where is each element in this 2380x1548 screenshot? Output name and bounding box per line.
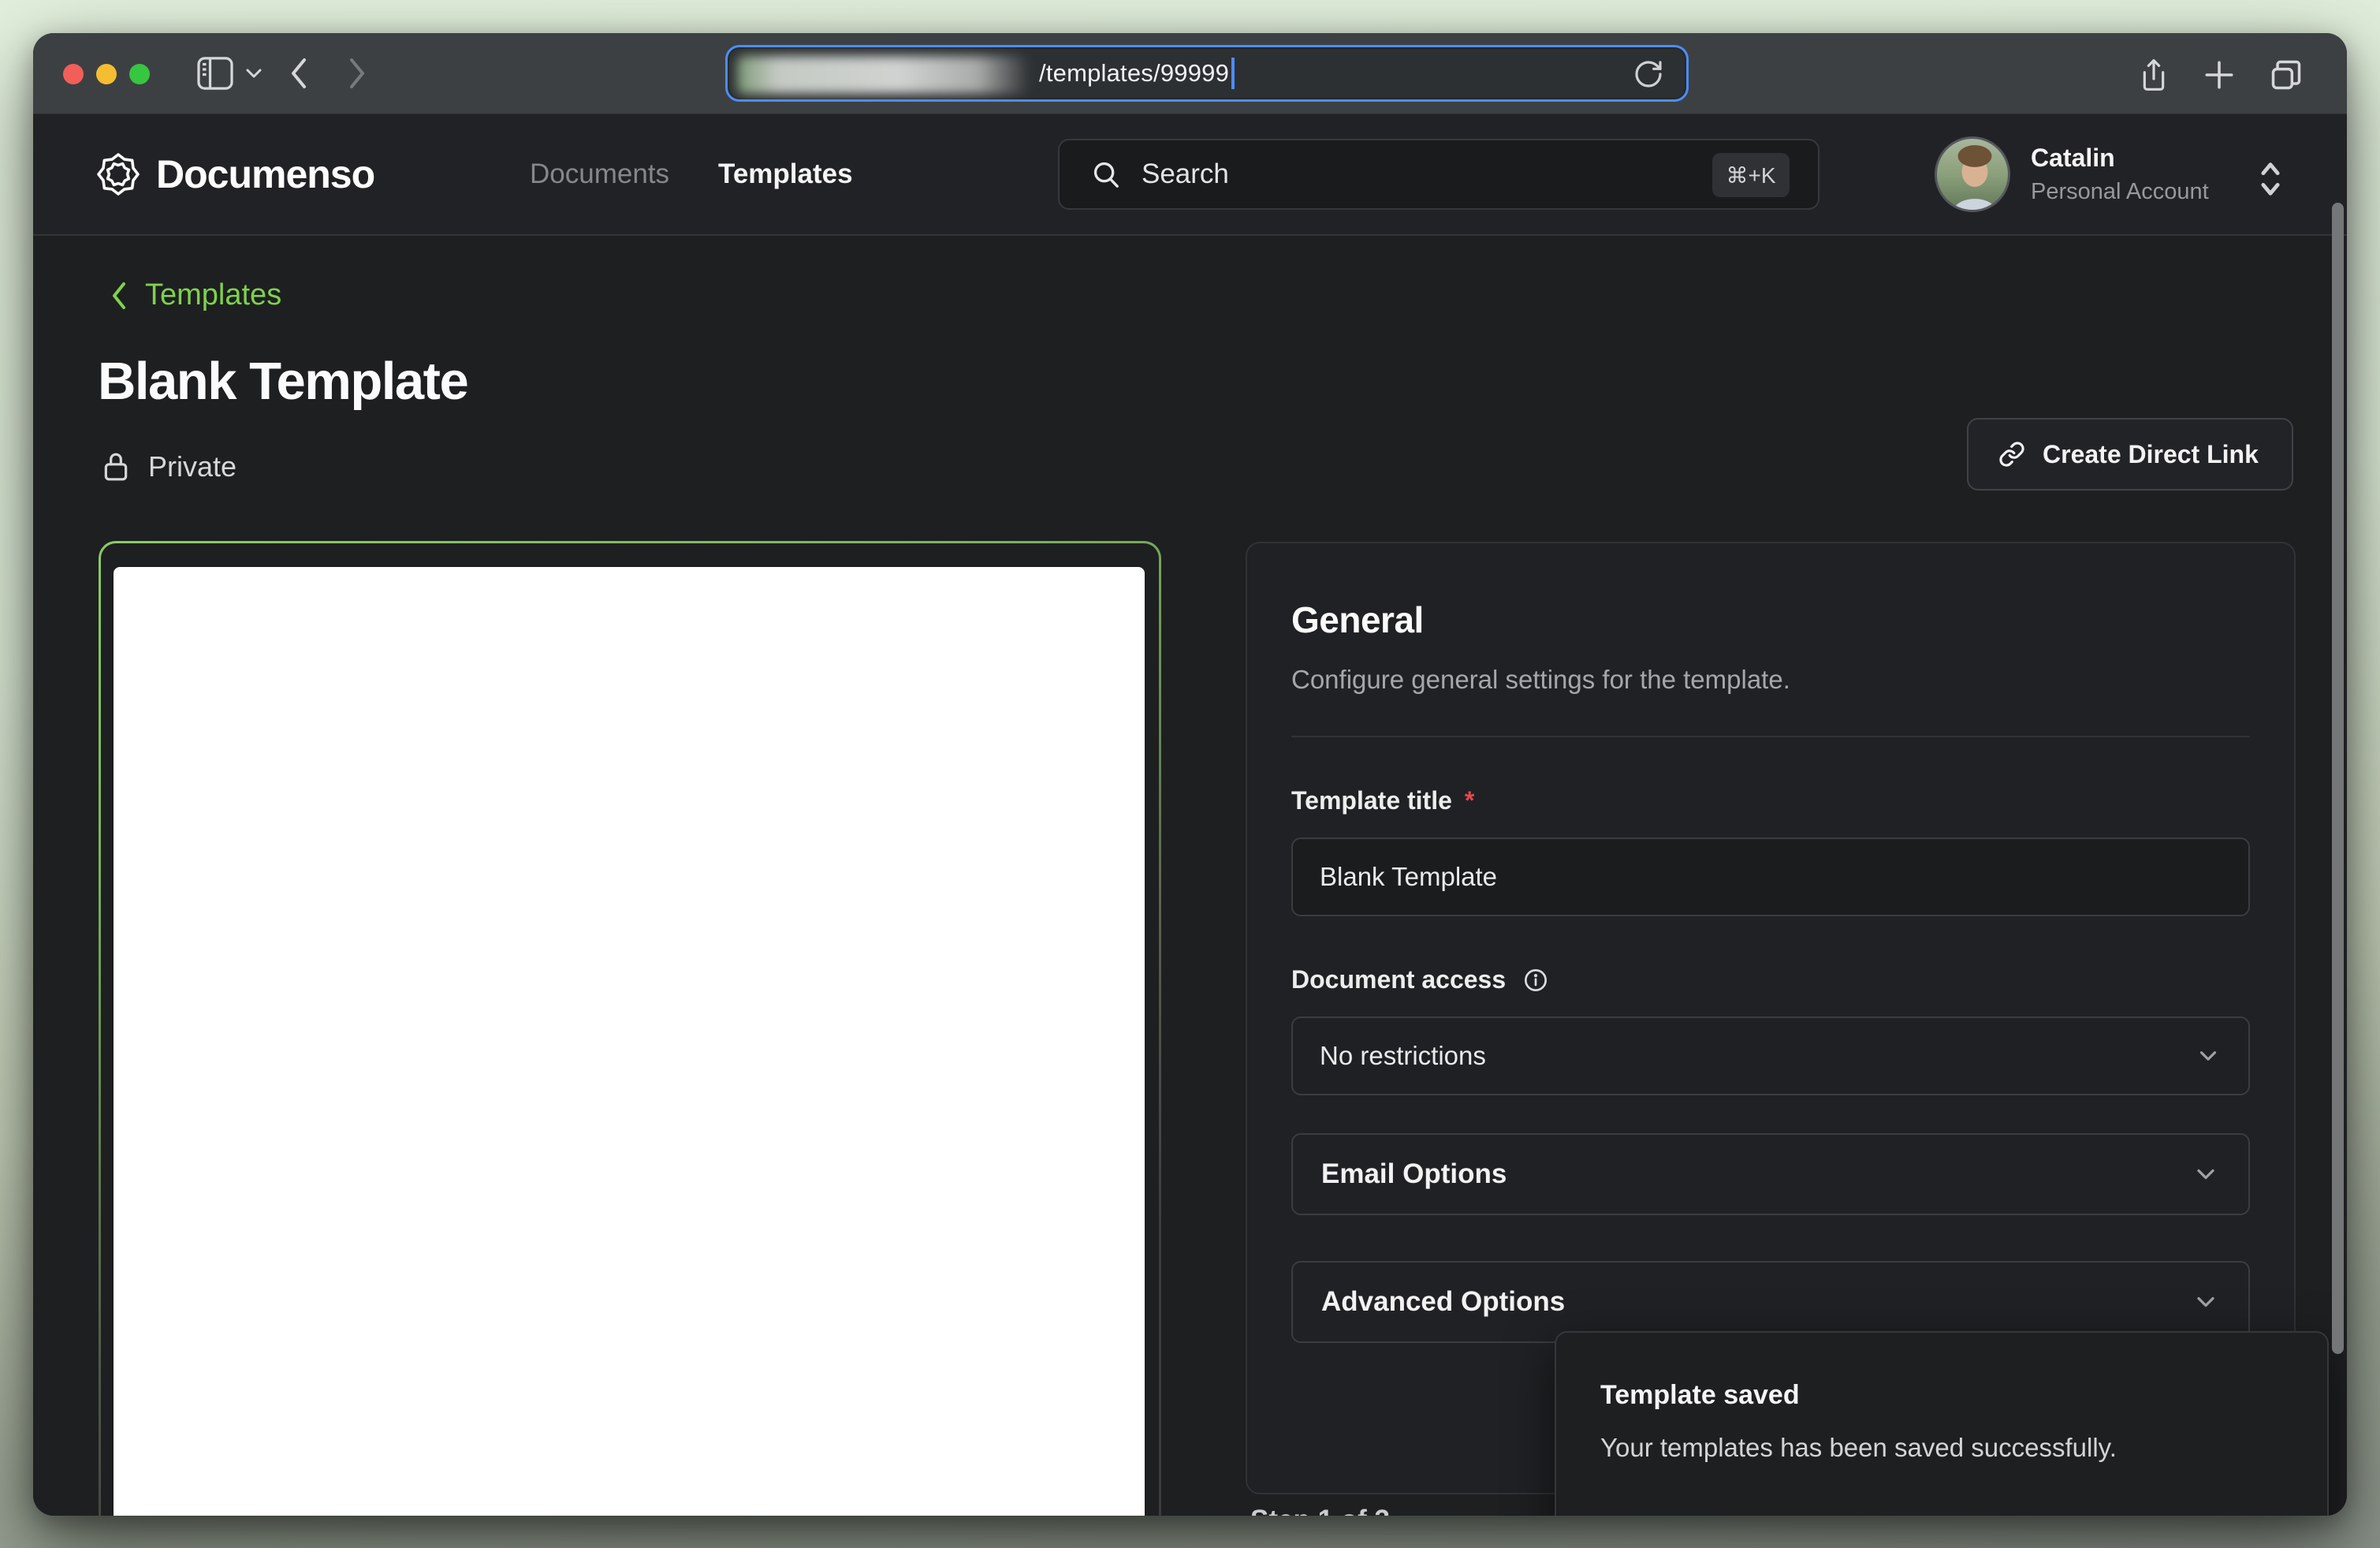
reload-icon <box>1633 58 1664 90</box>
template-title-label: Template title <box>1291 786 1452 815</box>
chevrons-up-down-icon <box>2253 159 2288 200</box>
divider <box>1291 736 2250 737</box>
brand-logo[interactable]: Documenso <box>96 114 374 234</box>
info-icon[interactable] <box>1523 968 1548 993</box>
main-nav: Documents Templates <box>530 114 853 234</box>
template-title-input[interactable] <box>1291 837 2250 916</box>
document-preview-inner <box>101 543 1159 1516</box>
document-access-label: Document access <box>1291 965 1506 994</box>
documenso-app: Documenso Documents Templates Search ⌘+K… <box>33 114 2347 1516</box>
visibility-label: Private <box>148 450 237 483</box>
sidebar-menu-chevron[interactable] <box>244 67 263 80</box>
breadcrumb-label: Templates <box>145 278 281 312</box>
email-options-accordion[interactable]: Email Options <box>1291 1133 2250 1215</box>
create-direct-link-label: Create Direct Link <box>2043 440 2259 469</box>
redacted-domain-blur <box>737 56 1030 94</box>
chevron-left-icon <box>287 55 311 91</box>
user-menu[interactable]: Catalin Personal Account <box>1935 136 2209 212</box>
tabs-icon <box>2269 58 2304 92</box>
browser-window: /templates/99999 <box>33 33 2347 1516</box>
page-title: Blank Template <box>98 351 467 412</box>
documenso-logo-icon <box>96 152 140 196</box>
document-access-value: No restrictions <box>1320 1041 1486 1071</box>
chevron-down-icon <box>2192 1160 2220 1188</box>
brand-name: Documenso <box>156 151 374 197</box>
search-icon <box>1091 159 1121 189</box>
search-shortcut-badge: ⌘+K <box>1712 153 1790 197</box>
breadcrumb-back-link[interactable]: Templates <box>107 278 281 312</box>
share-icon <box>2138 57 2170 93</box>
reload-button[interactable] <box>1633 58 1664 90</box>
sidebar-icon <box>197 57 233 90</box>
lock-icon <box>101 450 131 483</box>
toast-message: Your templates has been saved successful… <box>1600 1433 2283 1463</box>
scrollbar-thumb[interactable] <box>2332 203 2344 1354</box>
minimize-window-button[interactable] <box>96 64 117 84</box>
document-preview-card <box>99 541 1161 1516</box>
document-access-label-row: Document access <box>1291 965 2250 994</box>
step-indicator: Step 1 of 3 <box>1250 1505 1390 1516</box>
sidebar-toggle-button[interactable] <box>197 57 233 90</box>
link-icon <box>1998 441 2025 468</box>
toast-title: Template saved <box>1600 1380 2283 1411</box>
pdf-page <box>114 567 1145 1516</box>
toolbar-right-actions <box>2138 57 2304 93</box>
address-bar[interactable]: /templates/99999 <box>725 45 1689 102</box>
new-tab-button[interactable] <box>2203 57 2236 93</box>
general-title: General <box>1291 599 2250 641</box>
browser-toolbar: /templates/99999 <box>33 33 2347 114</box>
email-options-label: Email Options <box>1321 1158 1507 1190</box>
template-title-label-row: Template title * <box>1291 786 2250 815</box>
advanced-options-label: Advanced Options <box>1321 1286 1565 1318</box>
nav-templates[interactable]: Templates <box>718 159 853 190</box>
search-placeholder: Search <box>1142 159 1229 190</box>
chevron-down-icon <box>2195 1043 2222 1069</box>
app-header: Documenso Documents Templates Search ⌘+K… <box>33 114 2347 236</box>
required-asterisk: * <box>1465 786 1474 815</box>
chevron-down-icon <box>2192 1288 2220 1316</box>
visibility-badge: Private <box>101 450 237 483</box>
user-name: Catalin <box>2031 144 2209 173</box>
close-window-button[interactable] <box>63 64 84 84</box>
forward-button[interactable] <box>345 55 369 91</box>
nav-documents[interactable]: Documents <box>530 159 669 190</box>
url-text: /templates/99999 <box>1039 59 1229 88</box>
traffic-lights <box>63 64 150 84</box>
account-text: Catalin Personal Account <box>2031 144 2209 205</box>
avatar <box>1935 136 2010 212</box>
chevron-left-icon <box>107 279 131 312</box>
chevron-right-icon <box>345 55 369 91</box>
search-bar[interactable]: Search ⌘+K <box>1058 139 1819 210</box>
create-direct-link-button[interactable]: Create Direct Link <box>1967 418 2293 491</box>
zoom-window-button[interactable] <box>129 64 150 84</box>
back-button[interactable] <box>287 55 311 91</box>
text-caret <box>1231 58 1235 89</box>
general-description: Configure general settings for the templ… <box>1291 665 2250 695</box>
share-button[interactable] <box>2138 57 2170 93</box>
user-account-type: Personal Account <box>2031 179 2209 205</box>
plus-icon <box>2203 58 2236 91</box>
document-access-select[interactable]: No restrictions <box>1291 1016 2250 1095</box>
tab-overview-button[interactable] <box>2269 57 2304 93</box>
toast-notification: Template saved Your templates has been s… <box>1555 1331 2329 1516</box>
chevron-down-icon <box>244 67 263 80</box>
